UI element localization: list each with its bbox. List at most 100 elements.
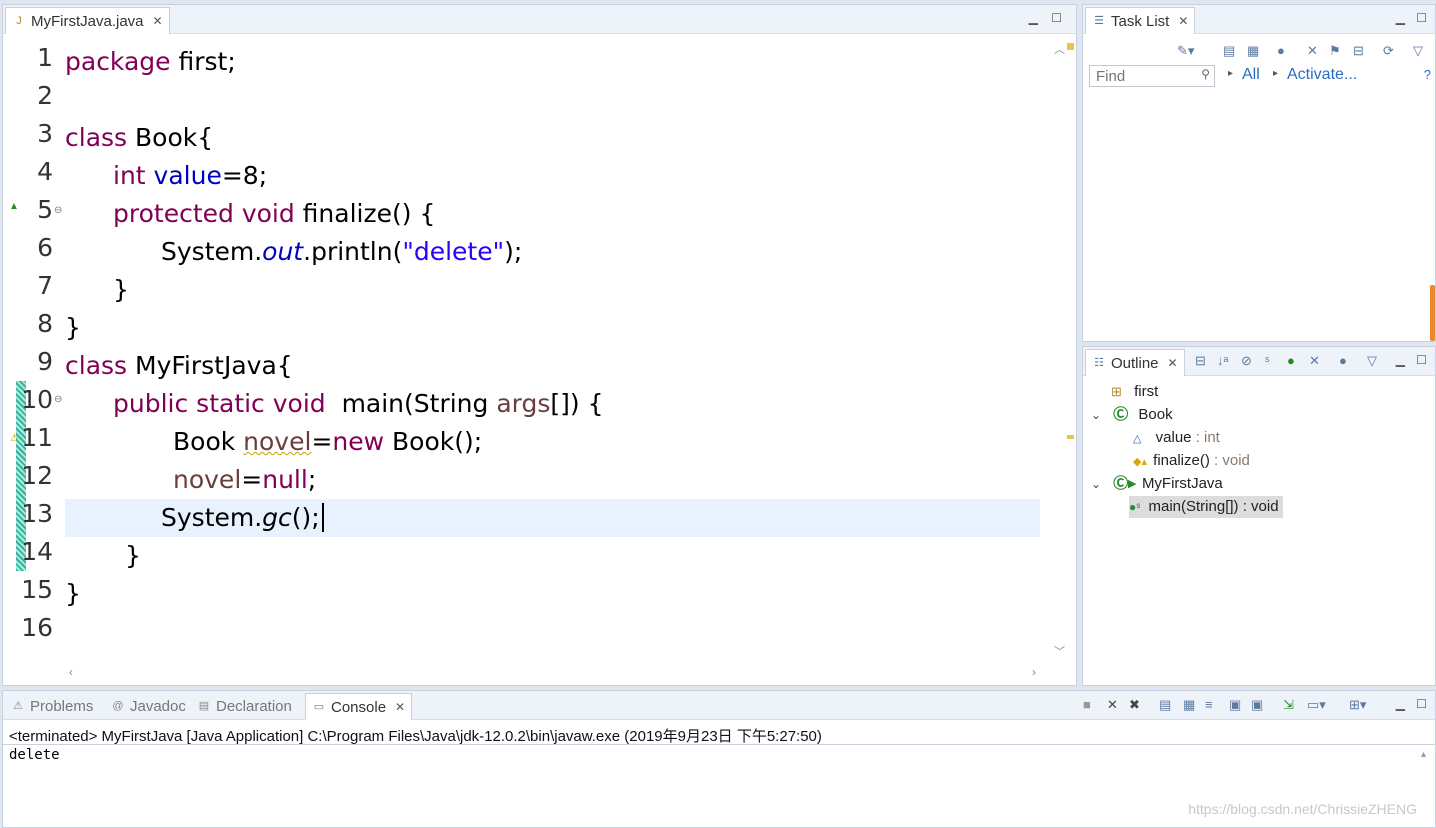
hide-nonpublic-icon[interactable]: ● <box>1287 353 1295 368</box>
class-run-icon: Ⓒ▸ <box>1113 475 1136 492</box>
tree-item-myfirstjava[interactable]: ⌄ Ⓒ▸ MyFirstJava <box>1091 473 1223 495</box>
tab-outline[interactable]: ☷ Outline ✕ <box>1085 349 1185 376</box>
scheduled-icon[interactable]: ▦ <box>1247 43 1259 59</box>
open-console-icon[interactable]: ⊞▾ <box>1349 697 1366 713</box>
sync-icon[interactable]: ⟳ <box>1383 43 1394 59</box>
horizontal-scrollbar[interactable]: ‹ › <box>65 665 1040 681</box>
find-field[interactable]: ⚲ <box>1089 65 1215 87</box>
package-icon: ⊞ <box>1111 384 1122 399</box>
maximize-icon[interactable]: ☐ <box>1051 11 1062 25</box>
tab-console[interactable]: ▭ Console ✕ <box>305 693 413 720</box>
fold-icon[interactable]: ⊖ <box>54 205 62 216</box>
view-menu-icon[interactable]: ▽ <box>1367 353 1377 369</box>
pin-console-icon[interactable]: ⇲ <box>1283 697 1294 713</box>
remove-launch-icon[interactable]: ✕ <box>1107 697 1118 713</box>
code-line-6: System.out.println("delete"); <box>161 237 523 266</box>
editor-tabbar: J MyFirstJava.java ✕ ▁ ☐ <box>3 5 1076 34</box>
scroll-up-icon[interactable]: ▴ <box>1421 749 1426 760</box>
outline-tabbar: ☷ Outline ✕ ⊟ ↓ᵃ ⊘ ˢ ● ✕ ● ▽ ▁ ☐ <box>1083 347 1435 376</box>
scroll-down-icon[interactable]: ﹀ <box>1054 643 1065 659</box>
clear-console-icon[interactable]: ▤ <box>1159 697 1171 713</box>
focus-icon[interactable]: ● <box>1339 353 1347 368</box>
maximize-icon[interactable]: ☐ <box>1416 697 1427 711</box>
hide-local-types-icon[interactable]: ✕ <box>1309 353 1320 369</box>
minimize-icon[interactable]: ▁ <box>1396 353 1405 367</box>
tab-label: Outline <box>1111 354 1159 372</box>
hide-fields-icon[interactable]: ⊘ <box>1241 353 1252 369</box>
line-number: 4 <box>37 157 53 186</box>
tree-item-book[interactable]: ⌄ Ⓒ Book <box>1091 404 1173 426</box>
maximize-icon[interactable]: ☐ <box>1416 11 1427 25</box>
new-task-icon[interactable]: ✎▾ <box>1177 43 1194 59</box>
tab-myfirstjava[interactable]: J MyFirstJava.java ✕ <box>5 7 170 34</box>
find-input[interactable] <box>1090 66 1194 86</box>
tab-javadoc[interactable]: @ Javadoc <box>105 693 192 719</box>
code-line-13: System.gc(); <box>65 499 1040 537</box>
minimize-icon[interactable]: ▁ <box>1396 11 1405 25</box>
display-console-icon[interactable]: ▭▾ <box>1307 697 1326 713</box>
code-area[interactable]: package first; class Book{ int value=8; … <box>65 43 1040 661</box>
show-stderr-icon[interactable]: ▣ <box>1251 697 1263 713</box>
help-icon[interactable]: ? <box>1424 67 1431 82</box>
all-link[interactable]: All <box>1242 66 1260 84</box>
console-output[interactable]: delete <box>9 747 60 763</box>
scroll-right-icon[interactable]: › <box>1032 665 1036 679</box>
scroll-up-icon[interactable]: ︿ <box>1054 41 1065 57</box>
java-file-icon: J <box>16 15 22 27</box>
tab-label: MyFirstJava.java <box>31 12 144 30</box>
tree-item-package[interactable]: ⊞ first <box>1111 381 1158 403</box>
scroll-left-icon[interactable]: ‹ <box>69 665 73 679</box>
close-icon[interactable]: ✕ <box>1178 14 1188 28</box>
tree-item-value[interactable]: △ value : int <box>1133 427 1220 449</box>
activate-link[interactable]: Activate... <box>1287 66 1357 84</box>
close-icon[interactable]: ✕ <box>1168 356 1178 370</box>
terminate-icon[interactable]: ■ <box>1083 697 1091 712</box>
line-number: 12 <box>21 461 53 490</box>
remove-all-icon[interactable]: ✖ <box>1129 697 1140 713</box>
focus-icon[interactable]: ● <box>1277 43 1285 58</box>
maximize-icon[interactable]: ☐ <box>1416 353 1427 367</box>
line-number: 16 <box>21 613 53 642</box>
console-status-header: <terminated> MyFirstJava [Java Applicati… <box>9 728 822 745</box>
collapse-all-icon[interactable]: ⊟ <box>1353 43 1364 59</box>
line-number: 7 <box>37 271 53 300</box>
code-line-12: novel=null; <box>173 465 317 494</box>
categorized-icon[interactable]: ▤ <box>1223 43 1235 59</box>
code-line-5: protected void finalize() { <box>113 199 436 228</box>
tab-problems[interactable]: ⚠ Problems <box>5 693 99 719</box>
hide-static-icon[interactable]: ˢ <box>1265 353 1269 368</box>
expand-arrow-icon: ▸ <box>1273 68 1279 79</box>
tree-item-main[interactable]: ●ˢ main(String[]) : void <box>1129 496 1283 518</box>
collapse-all-icon[interactable]: ⊟ <box>1195 353 1206 369</box>
tab-declaration[interactable]: ▤ Declaration <box>191 693 298 719</box>
tree-item-finalize[interactable]: ◆▴ finalize() : void <box>1133 450 1250 472</box>
console-scrollbar[interactable]: ▴ <box>1419 749 1433 825</box>
line-number: 8 <box>37 309 53 338</box>
code-line-1: package first; <box>65 47 236 76</box>
chevron-down-icon[interactable]: ⌄ <box>1091 408 1101 422</box>
outline-panel: ☷ Outline ✕ ⊟ ↓ᵃ ⊘ ˢ ● ✕ ● ▽ ▁ ☐ ⊞ first… <box>1082 346 1436 686</box>
task-list-icon: ☰ <box>1094 15 1104 27</box>
minimize-icon[interactable]: ▁ <box>1396 697 1405 711</box>
method-public-static-icon: ●ˢ <box>1129 500 1141 514</box>
code-line-4: int value=8; <box>113 161 268 190</box>
filter-completed-icon[interactable]: ✕ <box>1307 43 1318 59</box>
code-line-7: } <box>113 275 129 304</box>
close-icon[interactable]: ✕ <box>395 700 405 714</box>
fold-icon[interactable]: ⊖ <box>54 394 62 405</box>
chevron-down-icon[interactable]: ⌄ <box>1091 477 1101 491</box>
minimize-icon[interactable]: ▁ <box>1029 11 1038 25</box>
watermark: https://blog.csdn.net/ChrissieZHENG <box>1188 801 1417 817</box>
overview-marker[interactable] <box>1067 43 1074 50</box>
task-list-tabbar: ☰ Task List ✕ ▁ ☐ <box>1083 5 1435 34</box>
warning-overview-marker[interactable] <box>1067 435 1074 439</box>
sort-icon[interactable]: ↓ᵃ <box>1217 353 1228 368</box>
vertical-scrollbar[interactable]: ︿ ﹀ <box>1052 39 1068 661</box>
tab-task-list[interactable]: ☰ Task List ✕ <box>1085 7 1196 34</box>
word-wrap-icon[interactable]: ≡ <box>1205 697 1213 712</box>
scroll-lock-icon[interactable]: ▦ <box>1183 697 1195 713</box>
view-menu-icon[interactable]: ▽ <box>1413 43 1423 59</box>
close-icon[interactable]: ✕ <box>153 14 163 28</box>
show-stdout-icon[interactable]: ▣ <box>1229 697 1241 713</box>
hide-icon[interactable]: ⚑ <box>1329 43 1341 59</box>
